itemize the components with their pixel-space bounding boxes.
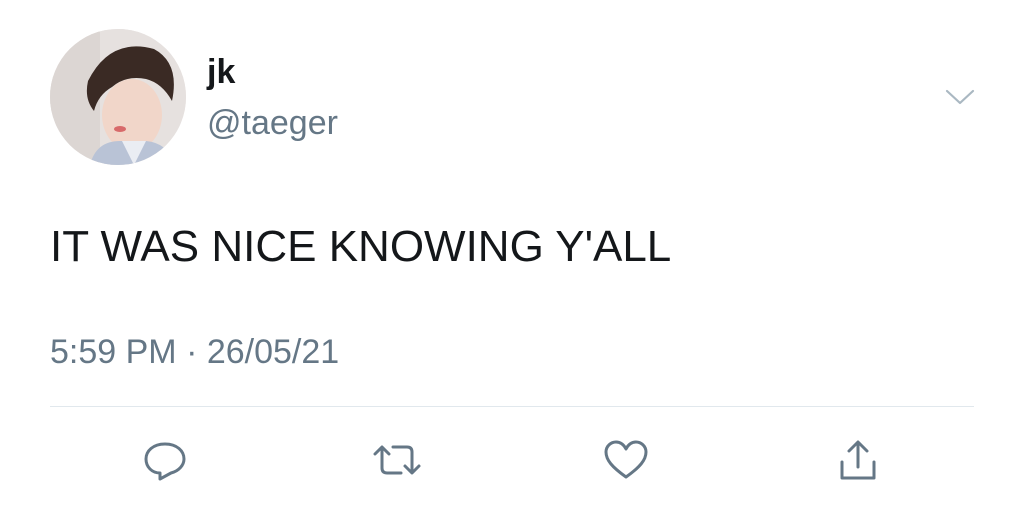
like-button[interactable]	[598, 434, 654, 486]
tweet-timestamp[interactable]: 5:59 PM · 26/05/21	[50, 332, 339, 372]
like-icon	[604, 440, 648, 479]
chevron-down-icon[interactable]	[944, 85, 976, 109]
reply-icon	[144, 442, 186, 481]
avatar-photo	[50, 29, 186, 165]
share-icon	[840, 440, 876, 480]
divider	[50, 406, 974, 407]
display-name[interactable]: jk	[207, 52, 235, 92]
retweet-icon	[373, 445, 421, 475]
tweet-text: IT WAS NICE KNOWING Y'ALL	[50, 222, 672, 271]
user-handle[interactable]: @taeger	[207, 103, 338, 143]
reply-button[interactable]	[137, 434, 193, 486]
avatar[interactable]	[50, 29, 186, 165]
share-button[interactable]	[830, 434, 886, 486]
retweet-button[interactable]	[369, 434, 425, 486]
